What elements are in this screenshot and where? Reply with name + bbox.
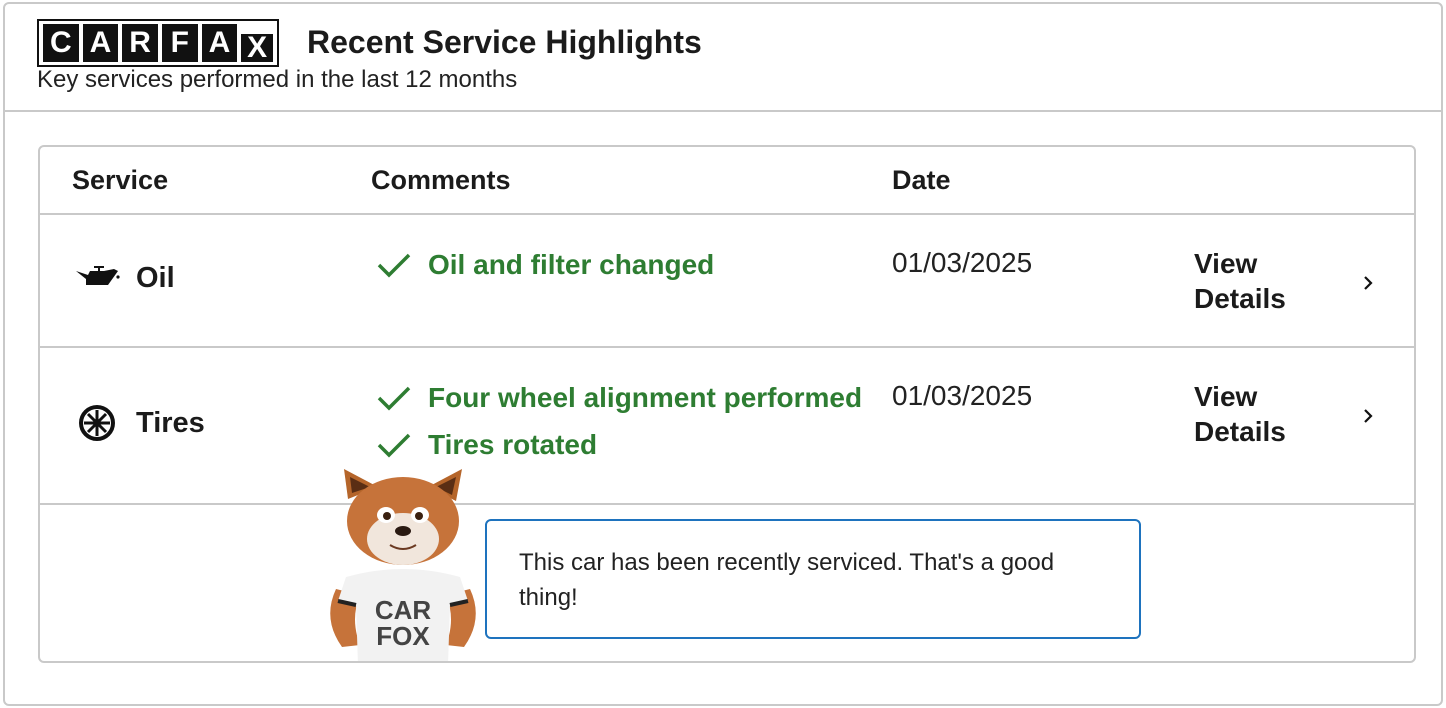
- oil-can-icon: [74, 261, 120, 295]
- checkmark-icon: [374, 383, 414, 413]
- comment-item: Four wheel alignment performed: [374, 374, 862, 421]
- comments-cell: Four wheel alignment performed Tires rot…: [374, 374, 862, 468]
- tire-icon: [74, 405, 120, 441]
- view-details-label: Details: [1194, 283, 1286, 314]
- service-table: Service Comments Date Oil Oil and filter…: [38, 145, 1416, 663]
- carfox-mascot-icon: CAR FOX: [330, 469, 476, 661]
- mascot-message-area: CAR FOX This car has been recently servi…: [40, 469, 1414, 661]
- page-title: Recent Service Highlights: [307, 24, 702, 60]
- logo-letter: R: [122, 24, 158, 62]
- page-subtitle: Key services performed in the last 12 mo…: [37, 66, 518, 93]
- service-cell: Oil: [74, 261, 175, 295]
- comment-item: Oil and filter changed: [374, 241, 714, 288]
- logo-letter: F: [161, 24, 198, 62]
- service-cell: Tires: [74, 405, 205, 441]
- mascot-shirt-text: FOX: [376, 621, 430, 651]
- service-name: Oil: [136, 261, 175, 294]
- service-date: 01/03/2025: [892, 380, 1033, 411]
- column-header-date: Date: [892, 165, 951, 195]
- comment-text: Oil and filter changed: [428, 248, 715, 280]
- carfax-logo: C A R F A X: [37, 19, 279, 67]
- logo-letter: X: [241, 33, 273, 63]
- mascot-speech-bubble: This car has been recently serviced. Tha…: [485, 519, 1141, 639]
- checkmark-icon: [374, 250, 414, 280]
- service-date: 01/03/2025: [892, 247, 1033, 278]
- table-header: Service Comments Date: [40, 147, 1414, 215]
- chevron-right-icon[interactable]: [1358, 273, 1378, 293]
- table-row[interactable]: Oil Oil and filter changed 01/03/2025 Vi…: [40, 215, 1414, 348]
- logo-letter: A: [82, 24, 119, 62]
- checkmark-icon: [374, 430, 414, 460]
- comment-text: Tires rotated: [428, 428, 598, 460]
- chevron-right-icon[interactable]: [1358, 406, 1378, 426]
- view-details-link[interactable]: View Details: [1194, 246, 1286, 316]
- view-details-link[interactable]: View Details: [1194, 379, 1286, 449]
- comment-text: Four wheel alignment performed: [428, 381, 863, 413]
- table-row[interactable]: Tires Four wheel alignment performed Tir…: [40, 348, 1414, 505]
- logo-letter: A: [201, 24, 238, 62]
- logo-letter: C: [43, 24, 79, 62]
- view-details-label: View: [1194, 248, 1258, 279]
- comment-item: Tires rotated: [374, 421, 862, 468]
- service-highlights-card: C A R F A X Recent Service Highlights Ke…: [3, 2, 1443, 706]
- comments-cell: Oil and filter changed: [374, 241, 714, 288]
- view-details-label: View: [1194, 381, 1258, 412]
- card-header: C A R F A X Recent Service Highlights Ke…: [5, 4, 1441, 112]
- view-details-label: Details: [1194, 416, 1286, 447]
- column-header-service: Service: [72, 165, 169, 195]
- service-name: Tires: [136, 406, 205, 439]
- column-header-comments: Comments: [371, 165, 511, 195]
